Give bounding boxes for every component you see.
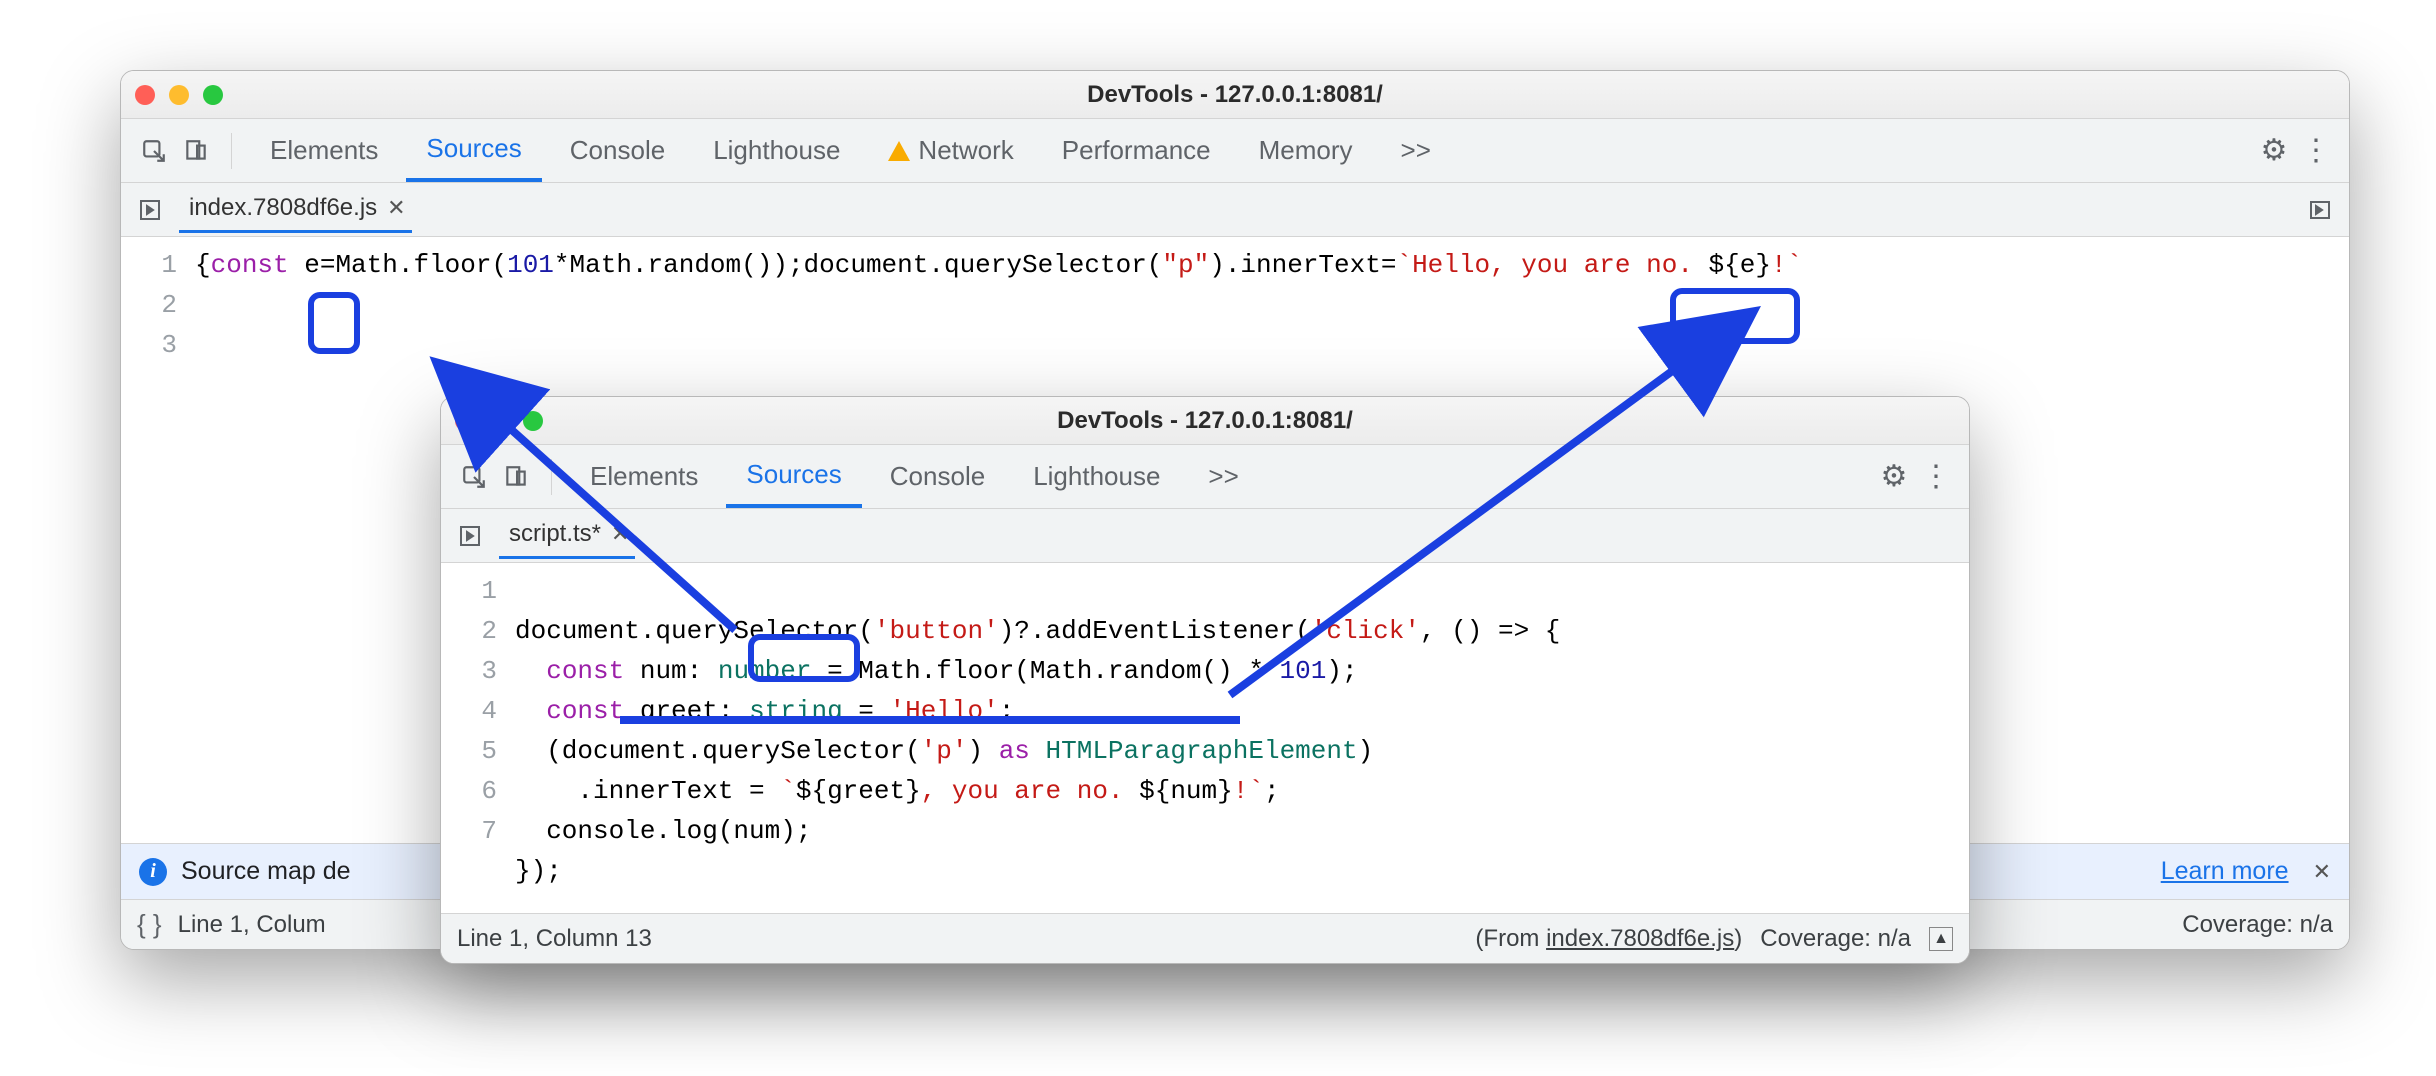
gear-icon[interactable]: ⚙: [2257, 134, 2291, 168]
minimize-dot[interactable]: [489, 411, 509, 431]
device-toggle-icon[interactable]: [179, 134, 213, 168]
panel-right-icon[interactable]: [2305, 195, 2335, 225]
menu-icon[interactable]: ⋮: [2299, 134, 2333, 168]
statusbar: Line 1, Column 13 (From index.7808df6e.j…: [441, 913, 1969, 963]
divider: [551, 459, 552, 495]
tab-performance[interactable]: Performance: [1042, 119, 1231, 182]
traffic-lights: [135, 85, 223, 105]
inspect-icon[interactable]: [137, 134, 171, 168]
tab-elements[interactable]: Elements: [570, 445, 718, 508]
file-tabbar: script.ts* ✕: [441, 509, 1969, 563]
file-tab[interactable]: index.7808df6e.js ✕: [179, 186, 412, 233]
close-dot[interactable]: [455, 411, 475, 431]
tab-more[interactable]: >>: [1188, 445, 1258, 508]
tab-sources[interactable]: Sources: [726, 445, 861, 508]
close-icon[interactable]: ✕: [611, 521, 629, 547]
expand-icon[interactable]: ▲: [1929, 927, 1953, 951]
tab-more[interactable]: >>: [1381, 119, 1451, 182]
zoom-dot[interactable]: [203, 85, 223, 105]
coverage-label: Coverage: n/a: [1760, 925, 1911, 953]
tab-elements[interactable]: Elements: [250, 119, 398, 182]
tab-memory[interactable]: Memory: [1239, 119, 1373, 182]
close-dot[interactable]: [135, 85, 155, 105]
window-title: DevTools - 127.0.0.1:8081/: [121, 81, 2349, 109]
titlebar[interactable]: DevTools - 127.0.0.1:8081/: [441, 397, 1969, 445]
pretty-print-icon[interactable]: { }: [137, 909, 162, 940]
close-icon[interactable]: ✕: [387, 195, 405, 221]
navigator-icon[interactable]: [135, 195, 165, 225]
tab-lighthouse[interactable]: Lighthouse: [693, 119, 860, 182]
file-name: script.ts*: [509, 520, 601, 548]
tab-console[interactable]: Console: [870, 445, 1005, 508]
window-title: DevTools - 127.0.0.1:8081/: [441, 407, 1969, 435]
menu-icon[interactable]: ⋮: [1919, 460, 1953, 494]
file-tabbar: index.7808df6e.js ✕: [121, 183, 2349, 237]
devtools-tabbar: Elements Sources Console Lighthouse Netw…: [121, 119, 2349, 183]
device-toggle-icon[interactable]: [499, 460, 533, 494]
infobar-text: Source map de: [181, 857, 351, 886]
coverage-label: Coverage: n/a: [2182, 911, 2333, 939]
from-label: (From index.7808df6e.js): [1475, 925, 1742, 953]
devtools-tabbar: Elements Sources Console Lighthouse >> ⚙…: [441, 445, 1969, 509]
gear-icon[interactable]: ⚙: [1877, 460, 1911, 494]
traffic-lights: [455, 411, 543, 431]
tab-network[interactable]: Network: [868, 119, 1033, 182]
minimize-dot[interactable]: [169, 85, 189, 105]
gutter: 1 2 3 4 5 6 7: [441, 563, 511, 913]
info-icon: i: [139, 858, 167, 886]
zoom-dot[interactable]: [523, 411, 543, 431]
gutter: 1 2 3: [121, 237, 191, 843]
file-tab[interactable]: script.ts* ✕: [499, 512, 635, 559]
code-content[interactable]: document.querySelector('button')?.addEve…: [511, 563, 1969, 913]
warning-icon: [888, 141, 910, 161]
file-name: index.7808df6e.js: [189, 194, 377, 222]
divider: [231, 133, 232, 169]
tab-sources[interactable]: Sources: [406, 119, 541, 182]
cursor-position: Line 1, Colum: [178, 911, 326, 939]
titlebar[interactable]: DevTools - 127.0.0.1:8081/: [121, 71, 2349, 119]
tab-lighthouse[interactable]: Lighthouse: [1013, 445, 1180, 508]
dismiss-icon[interactable]: ✕: [2313, 859, 2331, 885]
inspect-icon[interactable]: [457, 460, 491, 494]
cursor-position: Line 1, Column 13: [457, 925, 652, 953]
devtools-window-2: DevTools - 127.0.0.1:8081/ Elements Sour…: [440, 396, 1970, 964]
learn-more-link[interactable]: Learn more: [2161, 857, 2289, 886]
navigator-icon[interactable]: [455, 521, 485, 551]
code-editor[interactable]: 1 2 3 4 5 6 7 document.querySelector('bu…: [441, 563, 1969, 913]
from-link[interactable]: index.7808df6e.js: [1546, 925, 1734, 952]
tab-console[interactable]: Console: [550, 119, 685, 182]
